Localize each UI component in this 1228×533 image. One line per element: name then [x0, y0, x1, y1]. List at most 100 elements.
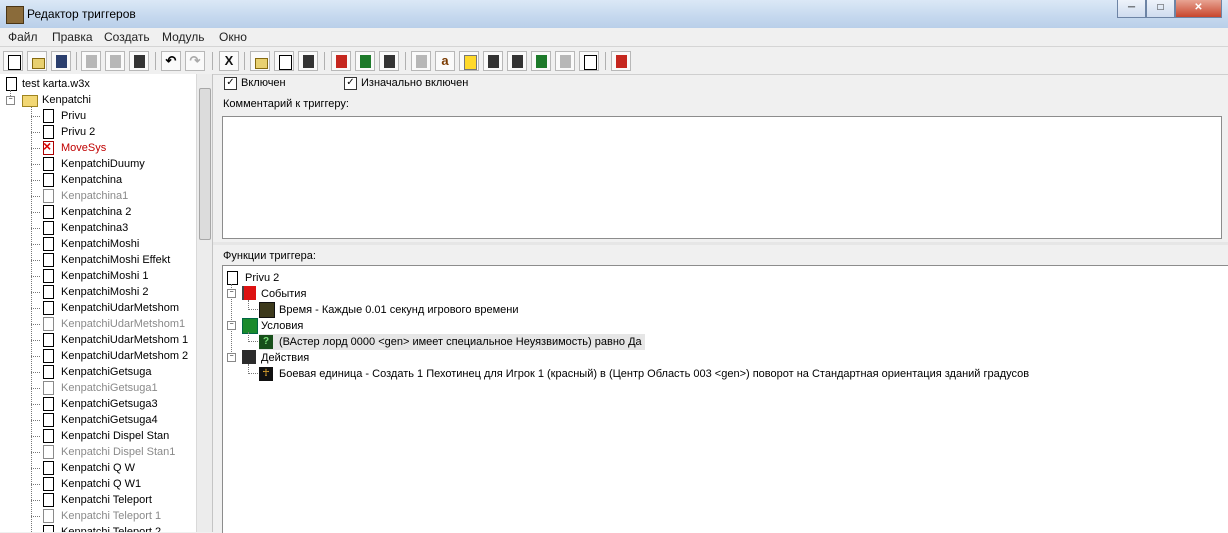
comment-label: Комментарий к триггеру:	[223, 98, 349, 110]
tree-item-trigger[interactable]: KenpatchiUdarMetshom 1	[0, 332, 197, 348]
new-condition-button[interactable]	[355, 51, 375, 71]
new-category-button[interactable]	[250, 51, 270, 71]
new-comment-button[interactable]	[298, 51, 318, 71]
tree-item-trigger[interactable]: KenpatchiUdarMetshom1	[0, 316, 197, 332]
pane-splitter[interactable]	[213, 242, 1228, 245]
test-map-icon	[616, 55, 627, 68]
tree-item-trigger[interactable]: Kenpatchi Dispel Stan1	[0, 444, 197, 460]
trigger-icon	[43, 157, 54, 171]
tree-item-trigger[interactable]: Kenpatchi Teleport	[0, 492, 197, 508]
tree-item-trigger[interactable]: Kenpatchi Dispel Stan	[0, 428, 197, 444]
tree-line	[31, 420, 40, 421]
tree-item-trigger[interactable]: Kenpatchina3	[0, 220, 197, 236]
save-button[interactable]	[51, 51, 71, 71]
tree-line	[248, 300, 249, 308]
tree-folder-kenpatchi[interactable]: − Kenpatchi	[0, 92, 197, 108]
undo-button[interactable]: ↶	[161, 51, 181, 71]
tree-item-trigger[interactable]: Kenpatchi Teleport 1	[0, 508, 197, 524]
tree-item-trigger[interactable]: Kenpatchina 2	[0, 204, 197, 220]
menu-module[interactable]: Модуль	[162, 30, 205, 44]
test-map-button[interactable]	[611, 51, 631, 71]
initially-on-checkbox[interactable]: ✓	[344, 77, 357, 90]
tree-item-trigger[interactable]: KenpatchiGetsuga1	[0, 380, 197, 396]
import-manager-button[interactable]	[555, 51, 575, 71]
collapse-icon[interactable]: −	[227, 321, 236, 330]
event-row[interactable]: Время - Каждые 0.01 секунд игрового врем…	[259, 302, 659, 318]
tree-item-label: Privu	[61, 110, 87, 122]
script-icon	[584, 55, 597, 70]
trigger-icon	[43, 253, 54, 267]
comment-textarea[interactable]	[222, 116, 1222, 239]
actions-node[interactable]: − Действия	[225, 350, 545, 366]
new-map-button[interactable]	[3, 51, 23, 71]
tree-item-trigger[interactable]: KenpatchiMoshi 2	[0, 284, 197, 300]
conditions-label: Условия	[261, 320, 304, 332]
tree-item-trigger[interactable]: MoveSys	[0, 138, 197, 156]
events-node[interactable]: − События	[225, 286, 545, 302]
tree-item-label: Kenpatchi Q W1	[61, 478, 142, 490]
collapse-icon[interactable]: −	[227, 353, 236, 362]
new-trigger-button[interactable]	[274, 51, 294, 71]
tree-item-trigger[interactable]: KenpatchiMoshi Effekt	[0, 252, 197, 268]
tree-item-trigger[interactable]: KenpatchiDuumy	[0, 156, 197, 172]
tree-item-trigger[interactable]: Kenpatchi Q W1	[0, 476, 197, 492]
campaign-editor-button[interactable]	[507, 51, 527, 71]
window-controls: ─ □ ✕	[1117, 0, 1222, 18]
tree-item-trigger[interactable]: Privu 2	[0, 124, 197, 140]
condition-row[interactable]: ? (ВАстер лорд 0000 <gen> имеет специаль…	[259, 334, 645, 350]
menu-create[interactable]: Создать	[104, 30, 150, 44]
copy-button[interactable]	[105, 51, 125, 71]
scrollbar-thumb[interactable]	[199, 88, 211, 240]
tree-item-trigger[interactable]: Kenpatchi Q W	[0, 460, 197, 476]
tree-item-trigger[interactable]: KenpatchiUdarMetshom	[0, 300, 197, 316]
flag-icon	[336, 55, 347, 68]
tree-item-trigger[interactable]: Kenpatchi Teleport 2	[0, 524, 197, 532]
keyboard-icon	[512, 55, 523, 68]
terrain-editor-button[interactable]: X	[219, 51, 239, 71]
conditions-node[interactable]: − Условия	[225, 318, 545, 334]
tree-line	[248, 341, 258, 342]
collapse-icon[interactable]: −	[6, 96, 15, 105]
maximize-button[interactable]: □	[1146, 0, 1175, 18]
enabled-checkbox[interactable]: ✓	[224, 77, 237, 90]
trigger-icon	[43, 285, 54, 299]
redo-button[interactable]: ↷	[185, 51, 205, 71]
action-row[interactable]: ☥ Боевая единица - Создать 1 Пехотинец д…	[259, 366, 1059, 382]
script-button[interactable]	[579, 51, 599, 71]
tree-item-trigger[interactable]: Kenpatchina	[0, 172, 197, 188]
collapse-icon[interactable]: −	[227, 289, 236, 298]
new-event-button[interactable]	[331, 51, 351, 71]
menu-file[interactable]: Файл	[8, 30, 38, 44]
close-button[interactable]: ✕	[1175, 0, 1222, 18]
sound-editor-button[interactable]	[459, 51, 479, 71]
open-button[interactable]	[27, 51, 47, 71]
tree-item-trigger[interactable]: KenpatchiMoshi 1	[0, 268, 197, 284]
letter-a-icon: a	[441, 53, 449, 68]
tree-item-trigger[interactable]: Kenpatchina1	[0, 188, 197, 204]
tree-root-map[interactable]: test karta.w3x	[0, 76, 197, 92]
tree-item-trigger[interactable]: KenpatchiGetsuga3	[0, 396, 197, 412]
minimize-button[interactable]: ─	[1117, 0, 1146, 18]
tree-item-label: KenpatchiMoshi 1	[61, 270, 149, 282]
tree-line	[31, 500, 40, 501]
tree-scrollbar[interactable]	[196, 74, 212, 532]
paste-button[interactable]	[129, 51, 149, 71]
menu-window[interactable]: Окно	[219, 30, 247, 44]
ai-editor-button[interactable]	[531, 51, 551, 71]
tree-item-trigger[interactable]: KenpatchiUdarMetshom 2	[0, 348, 197, 364]
condition-icon	[242, 318, 258, 334]
tree-item-trigger[interactable]: KenpatchiGetsuga4	[0, 412, 197, 428]
cut-button[interactable]	[81, 51, 101, 71]
menu-edit[interactable]: Правка	[52, 30, 93, 44]
new-action-button[interactable]	[379, 51, 399, 71]
toolbar-separator	[155, 52, 156, 70]
helmet-icon	[488, 55, 499, 68]
tree-item-trigger[interactable]: KenpatchiMoshi	[0, 236, 197, 252]
trigger-icon	[43, 205, 54, 219]
terrain-button[interactable]	[411, 51, 431, 71]
object-editor-button[interactable]	[483, 51, 503, 71]
unit-editor-button[interactable]: a	[435, 51, 455, 71]
tree-item-trigger[interactable]: KenpatchiGetsuga	[0, 364, 197, 380]
tree-item-trigger[interactable]: Privu	[0, 108, 197, 124]
tree-line	[31, 436, 40, 437]
